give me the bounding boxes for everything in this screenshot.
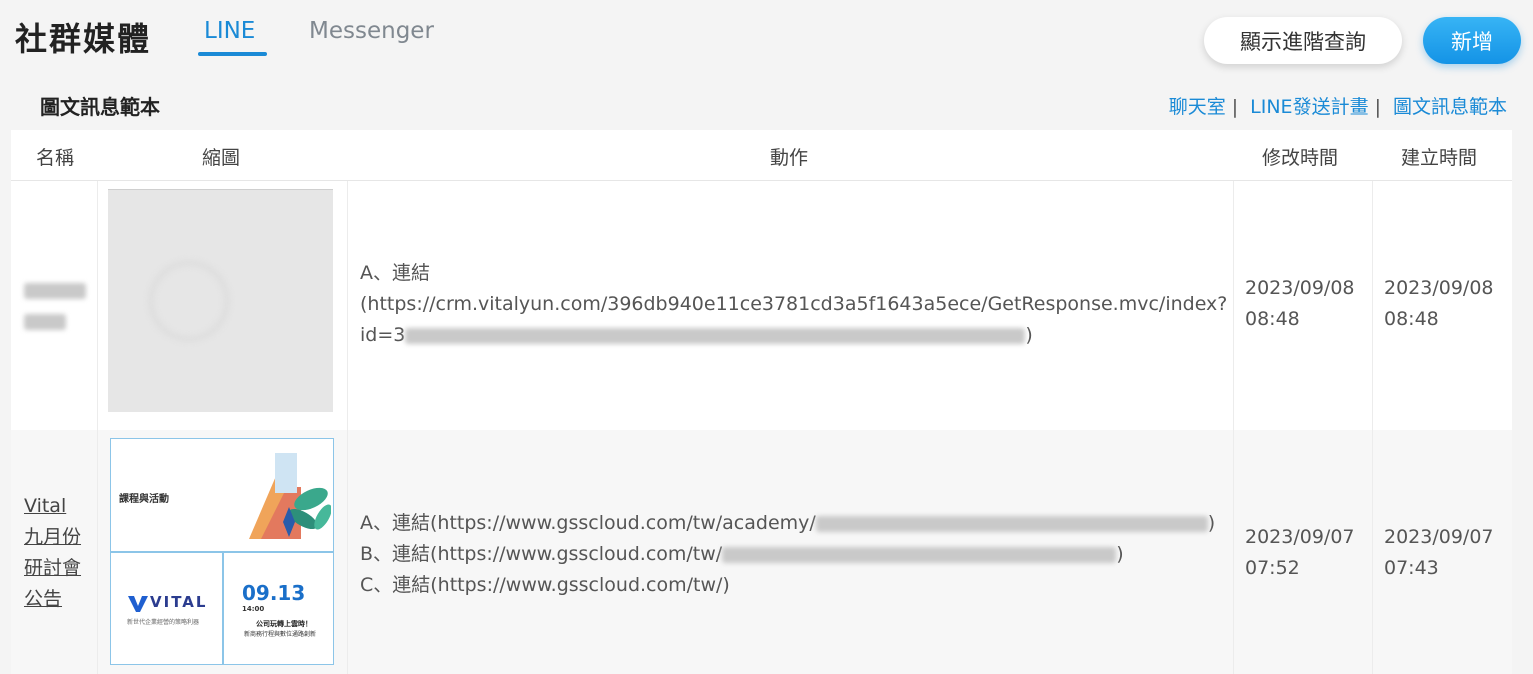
row-action: A、連結 (https://crm.vitalyun.com/396db940e… — [360, 262, 1228, 346]
vital-logo-icon — [128, 596, 148, 612]
active-tab-indicator — [198, 52, 267, 56]
page-title: 社群媒體 — [15, 20, 152, 58]
table-row[interactable]: A、連結 (https://crm.vitalyun.com/396db940e… — [11, 181, 1512, 430]
column-header-action[interactable]: 動作 — [770, 143, 808, 170]
table-header: 名稱 縮圖 動作 修改時間 建立時間 — [11, 130, 1512, 181]
section-title: 圖文訊息範本 — [40, 95, 160, 119]
modified-time: 2023/09/08 08:48 — [1245, 277, 1355, 330]
column-header-modified[interactable]: 修改時間 — [1262, 143, 1338, 170]
link-line-send-plan[interactable]: LINE發送計畫 — [1250, 96, 1368, 118]
tab-line[interactable]: LINE — [204, 18, 255, 44]
plant-illustration-icon — [249, 453, 331, 539]
row-action: A、連結(https://www.gsscloud.com/tw/academy… — [360, 512, 1216, 596]
column-header-thumbnail[interactable]: 縮圖 — [202, 143, 240, 170]
thumbnail-image: 課程與活動 VITAL 新世代企業經營的策略利器 09.13 14:00 公司玩… — [110, 438, 334, 665]
column-header-name[interactable]: 名稱 — [36, 143, 74, 170]
advanced-query-button[interactable]: 顯示進階查詢 — [1204, 17, 1402, 64]
link-rich-message-templates[interactable]: 圖文訊息範本 — [1393, 96, 1507, 118]
row-name-redacted[interactable] — [24, 275, 86, 337]
thumbnail-event-panel: 09.13 14:00 公司玩轉上雲時！ 新商務行程與數位通路創新 — [223, 552, 334, 665]
add-button[interactable]: 新增 — [1423, 17, 1521, 64]
thumbnail-image — [108, 189, 333, 412]
breadcrumb-links: 聊天室 | LINE發送計畫 | 圖文訊息範本 — [1168, 96, 1507, 118]
modified-time: 2023/09/07 07:52 — [1245, 526, 1355, 579]
thumbnail-course-panel: 課程與活動 — [110, 438, 334, 552]
link-chatroom[interactable]: 聊天室 — [1169, 96, 1226, 118]
header: 社群媒體 LINE Messenger 顯示進階查詢 新增 — [0, 0, 1533, 80]
created-time: 2023/09/08 08:48 — [1384, 277, 1494, 330]
column-header-created[interactable]: 建立時間 — [1401, 143, 1477, 170]
tab-messenger[interactable]: Messenger — [309, 18, 434, 44]
row-name-link[interactable]: Vital 九月份 研討會 公告 — [24, 491, 81, 615]
thumbnail-vital-logo-panel: VITAL 新世代企業經營的策略利器 — [110, 552, 223, 665]
created-time: 2023/09/07 07:43 — [1384, 526, 1494, 579]
table-row[interactable]: Vital 九月份 研討會 公告 課程與活動 VITAL 新世代企業經營的策略利… — [11, 430, 1512, 674]
